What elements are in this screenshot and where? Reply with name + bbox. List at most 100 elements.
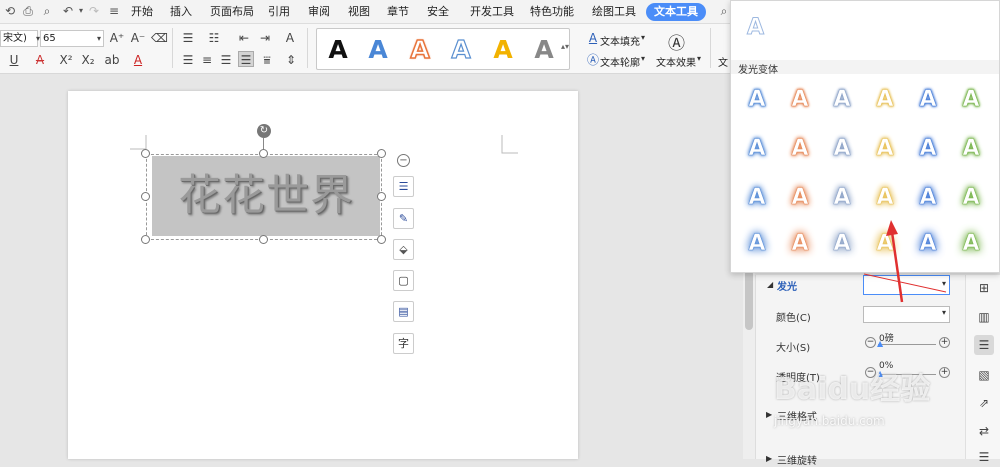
menu-chapter[interactable]: 章节 <box>387 4 409 20</box>
font-color-icon[interactable]: A <box>130 52 146 68</box>
glow-variant-option[interactable]: A <box>785 183 815 213</box>
text-outline-button[interactable]: 文本轮廓 <box>600 54 640 69</box>
save-icon[interactable]: ⟲ <box>2 3 18 19</box>
more-icon[interactable]: ☰ <box>974 447 994 467</box>
glow-variant-option[interactable]: A <box>785 85 815 115</box>
decrease-indent-icon[interactable]: ⇤ <box>236 30 252 46</box>
glow-variant-option[interactable]: A <box>956 85 986 115</box>
increase-size-icon[interactable]: + <box>939 337 950 348</box>
vertical-scrollbar[interactable] <box>743 260 755 459</box>
collapse-icon[interactable]: − <box>397 154 410 167</box>
glow-variant-option[interactable]: A <box>956 183 986 213</box>
glow-size-slider[interactable] <box>878 344 936 345</box>
text-wrap-icon[interactable]: ▤ <box>393 301 414 322</box>
glow-variant-option[interactable]: A <box>827 85 857 115</box>
resize-handle-n[interactable] <box>259 149 268 158</box>
picture-icon[interactable]: ▧ <box>974 365 994 385</box>
glow-variant-option[interactable]: A <box>956 229 986 259</box>
wordart-style-orange-outline[interactable]: A <box>405 34 435 65</box>
bullets-icon[interactable]: ☰ <box>180 30 196 46</box>
resize-handle-e[interactable] <box>377 192 386 201</box>
pen-icon[interactable]: ✎ <box>393 208 414 229</box>
share-icon[interactable]: ⇗ <box>974 393 994 413</box>
menu-developer[interactable]: 开发工具 <box>470 4 514 20</box>
line-spacing-icon[interactable]: ⇕ <box>283 52 299 68</box>
text-fill-icon[interactable]: A <box>585 30 601 46</box>
menu-insert[interactable]: 插入 <box>170 4 192 20</box>
glow-variant-option[interactable]: A <box>827 183 857 213</box>
menu-references[interactable]: 引用 <box>268 4 290 20</box>
clear-format-icon[interactable]: ⌫ <box>151 30 168 46</box>
text-effect-dropdown-icon[interactable]: ▾ <box>697 54 701 63</box>
layout-options-icon[interactable]: ☰ <box>393 176 414 197</box>
text-fill-button[interactable]: 文本填充 <box>600 33 640 48</box>
underline-icon[interactable]: U <box>6 52 22 68</box>
glow-variant-option[interactable]: A <box>785 229 815 259</box>
wordart-style-blue[interactable]: A <box>363 35 393 65</box>
three-d-rotation-section[interactable]: 三维旋转 <box>777 452 817 467</box>
grow-font-icon[interactable]: A⁺ <box>109 30 125 46</box>
distribute-icon[interactable]: ⩸ <box>259 52 275 68</box>
print-preview-icon[interactable]: ⌕ <box>39 3 55 19</box>
menu-text-tools[interactable]: 文本工具 <box>646 3 706 21</box>
wordart-style-gray[interactable]: A <box>529 35 559 65</box>
glow-variant-option[interactable]: A <box>870 183 900 213</box>
text-partial-button[interactable]: 文 <box>718 54 728 69</box>
increase-indent-icon[interactable]: ⇥ <box>257 30 273 46</box>
numbering-icon[interactable]: ☷ <box>206 30 222 46</box>
menu-features[interactable]: 特色功能 <box>530 4 574 20</box>
font-size-dropdown-icon[interactable]: ▾ <box>91 31 107 47</box>
glow-section-title[interactable]: 发光 <box>777 278 797 293</box>
superscript-icon[interactable]: X² <box>58 52 74 68</box>
glow-variant-option[interactable]: A <box>742 183 772 213</box>
menu-drawing-tools[interactable]: 绘图工具 <box>592 4 636 20</box>
highlight-icon[interactable]: ab <box>104 52 120 68</box>
chart-icon[interactable]: ▥ <box>974 307 994 327</box>
menu-home[interactable]: 开始 <box>131 4 153 20</box>
glow-variant-option[interactable]: A <box>913 134 943 164</box>
text-effect-icon[interactable]: Ⓐ <box>668 29 685 54</box>
expand-icon[interactable]: ▶ <box>766 410 772 419</box>
wordart-style-blue-outline[interactable]: A <box>446 34 476 65</box>
glow-variant-option[interactable]: A <box>827 134 857 164</box>
glow-expand-icon[interactable]: ◢ <box>767 280 773 289</box>
menu-security[interactable]: 安全 <box>427 4 449 20</box>
glow-variant-option[interactable]: A <box>742 85 772 115</box>
character-icon[interactable]: 字 <box>393 333 414 354</box>
wordart-text[interactable]: 花花世界 <box>152 156 380 236</box>
shrink-font-icon[interactable]: A⁻ <box>130 30 146 46</box>
gallery-more-icon[interactable]: ▴▾ <box>561 42 569 51</box>
glow-variant-option[interactable]: A <box>742 134 772 164</box>
print-icon[interactable]: ⎙ <box>20 3 36 19</box>
text-outline-dropdown-icon[interactable]: ▾ <box>641 54 645 63</box>
glow-variant-option[interactable]: A <box>742 229 772 259</box>
fill-bucket-icon[interactable]: ⬙ <box>393 239 414 260</box>
glow-variant-option[interactable]: A <box>870 134 900 164</box>
text-direction-icon[interactable]: Ａ <box>282 30 298 46</box>
rotate-handle-icon[interactable]: ↻ <box>257 124 271 138</box>
glow-variant-option[interactable]: A <box>785 134 815 164</box>
align-left-icon[interactable]: ☰ <box>180 52 196 68</box>
align-right-icon[interactable]: ☰ <box>218 52 234 68</box>
menu-view[interactable]: 视图 <box>348 4 370 20</box>
wordart-style-gold[interactable]: A <box>488 35 518 65</box>
justify-icon[interactable]: ☰ <box>238 51 254 67</box>
text-fill-dropdown-icon[interactable]: ▾ <box>641 33 645 42</box>
customize-icon[interactable]: ≡ <box>106 3 122 19</box>
subscript-icon[interactable]: X₂ <box>80 52 96 68</box>
resize-handle-nw[interactable] <box>141 149 150 158</box>
translate-icon[interactable]: ⇄ <box>974 421 994 441</box>
scrollbar-thumb[interactable] <box>745 270 753 330</box>
glow-size-thumb[interactable]: ▲ <box>877 339 883 348</box>
decrease-size-icon[interactable]: − <box>865 337 876 348</box>
glow-variant-option[interactable]: A <box>913 85 943 115</box>
text-outline-icon[interactable]: Ⓐ <box>585 52 601 68</box>
strikethrough-icon[interactable]: A <box>32 52 48 68</box>
border-icon[interactable]: ▢ <box>393 270 414 291</box>
align-center-icon[interactable]: ≡ <box>199 52 215 68</box>
resize-handle-ne[interactable] <box>377 149 386 158</box>
glow-variant-option[interactable]: A <box>913 183 943 213</box>
glow-variant-option[interactable]: A <box>870 85 900 115</box>
text-effect-button[interactable]: 文本效果 <box>656 54 696 69</box>
glow-variant-option[interactable]: A <box>956 134 986 164</box>
